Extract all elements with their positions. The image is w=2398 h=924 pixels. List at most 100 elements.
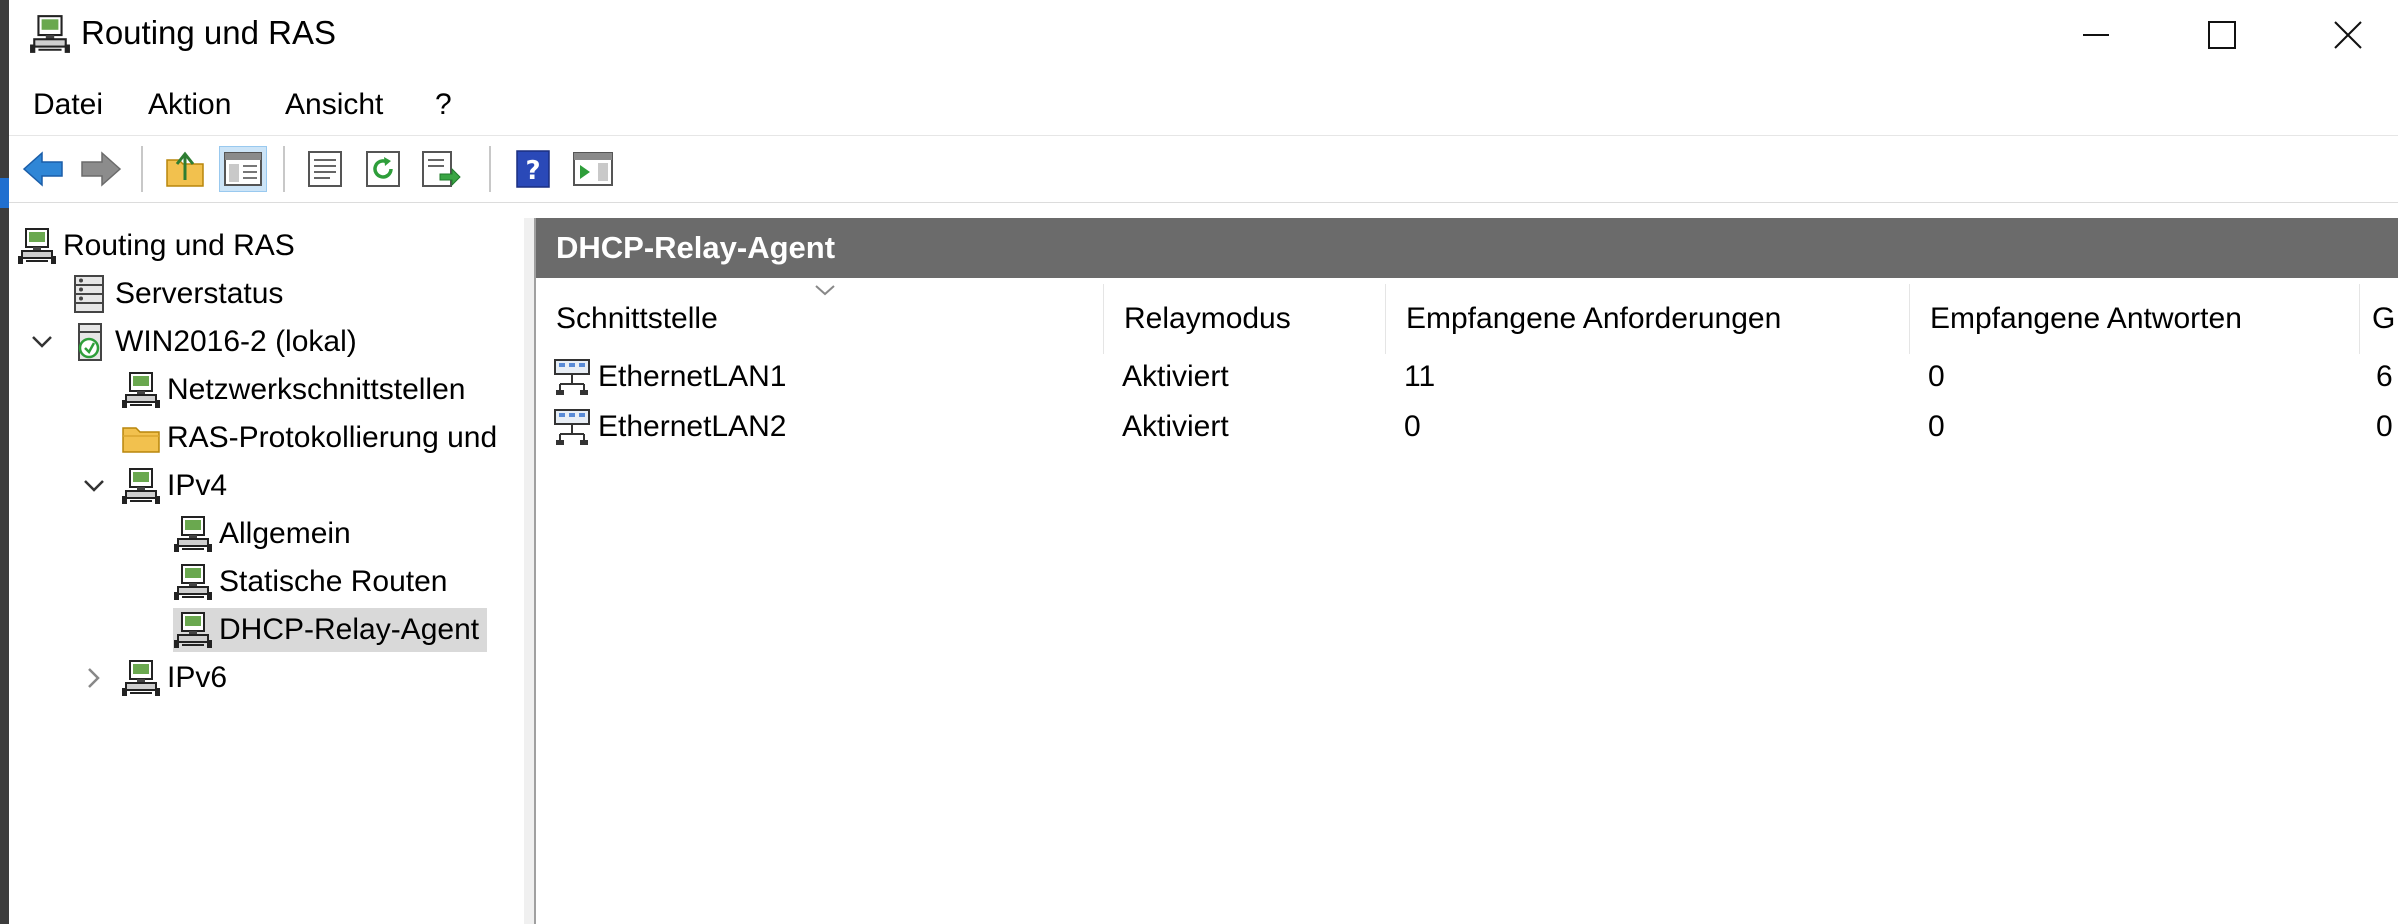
column-label: Schnittstelle — [556, 302, 718, 335]
tree-item-ras-protokollierung[interactable]: RAS-Protokollierung und — [121, 416, 497, 460]
column-header-empfangene-anforderungen[interactable]: Empfangene Anforderungen — [1386, 284, 1910, 354]
minimize-icon — [2082, 34, 2109, 36]
router-icon — [121, 370, 161, 410]
results-pane: DHCP-Relay-Agent Schnittstelle Relaymodu… — [534, 218, 2398, 924]
collapse-ipv4-toggle[interactable] — [79, 471, 109, 501]
network-interface-icon — [552, 357, 592, 397]
back-button[interactable] — [19, 146, 67, 192]
menu-datei[interactable]: Datei — [33, 88, 103, 122]
chevron-down-icon — [84, 480, 104, 492]
network-interface-icon — [552, 407, 592, 447]
svg-text:?: ? — [525, 156, 540, 186]
routing-ras-icon — [29, 12, 71, 56]
column-label: Empfangene Anforderungen — [1406, 302, 1782, 335]
properties-icon — [308, 151, 342, 187]
toolbar: ? — [9, 135, 2398, 203]
forward-arrow-icon — [81, 151, 122, 187]
tree-item-dhcp-relay-agent[interactable]: DHCP-Relay-Agent — [173, 608, 488, 652]
collapse-win2016-2-toggle[interactable] — [27, 327, 57, 357]
cell-text: EthernetLAN2 — [598, 410, 787, 443]
tree-item-label: IPv4 — [167, 469, 228, 502]
router-icon — [121, 658, 161, 698]
server-status-icon — [74, 275, 104, 313]
menu-bar: Datei Aktion Ansicht ? — [9, 82, 2398, 132]
up-one-level-button[interactable] — [161, 146, 209, 192]
router-icon — [121, 466, 161, 506]
expand-ipv6-toggle[interactable] — [79, 663, 109, 693]
tree-item-netzwerkschnittstellen[interactable]: Netzwerkschnittstellen — [121, 368, 465, 412]
tree-item-statische-routen[interactable]: Statische Routen — [173, 560, 447, 604]
export-list-icon — [422, 151, 461, 187]
tree-item-label: Netzwerkschnittstellen — [167, 373, 466, 406]
tree-item-serverstatus[interactable]: Serverstatus — [69, 272, 283, 316]
properties-button[interactable] — [301, 146, 349, 192]
tree-item-label: Routing und RAS — [63, 229, 295, 262]
tree-item-win2016-2[interactable]: WIN2016-2 (lokal) — [69, 320, 357, 364]
table-row[interactable]: EthernetLAN2 Aktiviert 0 0 0 — [536, 402, 2398, 452]
show-action-pane-icon — [573, 152, 613, 186]
routing-ras-icon — [17, 226, 57, 266]
background-window-edge — [0, 0, 9, 924]
maximize-button[interactable] — [2159, 0, 2284, 70]
cell-relaymodus: Aktiviert — [1122, 410, 1229, 443]
tree-item-label: IPv6 — [167, 661, 228, 694]
close-button[interactable] — [2285, 0, 2398, 70]
help-icon: ? — [516, 150, 550, 188]
chevron-down-icon — [32, 336, 52, 348]
column-label: G — [2372, 302, 2396, 335]
cell-antworten: 0 — [1928, 360, 1945, 393]
tree-item-allgemein[interactable]: Allgemein — [173, 512, 351, 556]
cell-antworten: 0 — [1928, 410, 1945, 443]
cell-relaymodus: Aktiviert — [1122, 360, 1229, 393]
menu-help[interactable]: ? — [435, 88, 452, 122]
chevron-right-icon — [88, 668, 100, 688]
minimize-button[interactable] — [2033, 0, 2158, 70]
cell-interface: EthernetLAN2 — [552, 402, 786, 452]
column-label: Empfangene Antworten — [1930, 302, 2242, 335]
menu-aktion[interactable]: Aktion — [148, 88, 231, 122]
tree-item-label: WIN2016-2 (lokal) — [115, 325, 357, 358]
forward-button[interactable] — [77, 146, 125, 192]
router-icon — [173, 610, 213, 650]
pane-splitter[interactable] — [524, 218, 534, 924]
results-header: DHCP-Relay-Agent — [536, 218, 2398, 278]
show-hide-tree-icon — [224, 152, 262, 186]
cell-truncated: 6 — [2376, 360, 2393, 393]
up-folder-icon — [166, 151, 204, 187]
tree-item-label: Statische Routen — [219, 565, 448, 598]
menu-ansicht[interactable]: Ansicht — [285, 88, 383, 122]
tree-item-label: DHCP-Relay-Agent — [219, 613, 480, 646]
router-icon — [173, 562, 213, 602]
maximize-icon — [2207, 21, 2236, 49]
cell-truncated: 0 — [2376, 410, 2393, 443]
column-header-empfangene-antworten[interactable]: Empfangene Antworten — [1910, 284, 2360, 354]
results-title: DHCP-Relay-Agent — [556, 230, 836, 265]
title-bar: Routing und RAS — [9, 0, 2398, 70]
router-icon — [173, 514, 213, 554]
help-button[interactable]: ? — [509, 146, 557, 192]
tree-item-ipv6[interactable]: IPv6 — [121, 656, 227, 700]
console-tree: Routing und RAS Serverstatus WIN2016-2 (… — [9, 218, 526, 924]
column-header-relaymodus[interactable]: Relaymodus — [1104, 284, 1386, 354]
show-action-pane-button[interactable] — [569, 146, 617, 192]
refresh-button[interactable] — [359, 146, 407, 192]
column-header-schnittstelle[interactable]: Schnittstelle — [536, 284, 1104, 354]
back-arrow-icon — [22, 151, 63, 187]
window-title: Routing und RAS — [81, 14, 336, 51]
tree-item-label: Allgemein — [219, 517, 351, 550]
cell-interface: EthernetLAN1 — [552, 352, 786, 402]
refresh-icon — [366, 151, 400, 187]
tree-item-label: RAS-Protokollierung und — [167, 421, 498, 454]
cell-text: EthernetLAN1 — [598, 360, 787, 393]
export-list-button[interactable] — [417, 146, 465, 192]
tree-item-label: Serverstatus — [115, 277, 284, 310]
local-server-icon — [78, 323, 102, 361]
close-icon — [2333, 21, 2362, 49]
table-row[interactable]: EthernetLAN1 Aktiviert 11 0 6 — [536, 352, 2398, 402]
column-header-truncated[interactable]: G — [2360, 284, 2398, 354]
tree-item-routing-und-ras[interactable]: Routing und RAS — [17, 224, 295, 268]
folder-icon — [122, 427, 160, 453]
tree-item-ipv4[interactable]: IPv4 — [121, 464, 227, 508]
show-hide-console-tree-button[interactable] — [219, 146, 267, 192]
cell-anforderungen: 0 — [1404, 410, 1421, 443]
